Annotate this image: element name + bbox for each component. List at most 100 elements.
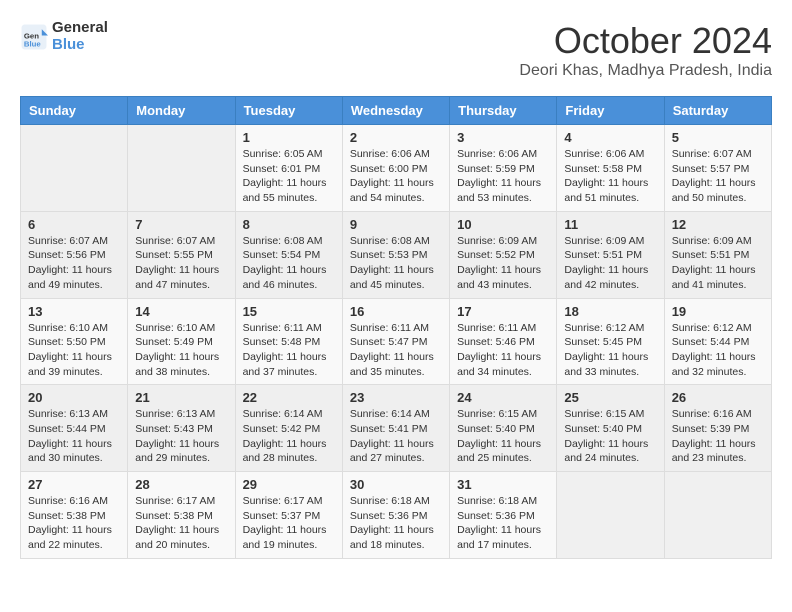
day-info: Sunrise: 6:11 AM Sunset: 5:46 PM Dayligh…: [457, 321, 549, 380]
day-number: 25: [564, 390, 656, 405]
calendar-cell: 11 Sunrise: 6:09 AM Sunset: 5:51 PM Dayli…: [557, 211, 664, 298]
day-info: Sunrise: 6:06 AM Sunset: 6:00 PM Dayligh…: [350, 147, 442, 206]
logo-line1: General: [52, 20, 108, 37]
day-number: 12: [672, 217, 764, 232]
calendar-cell: [557, 472, 664, 559]
day-number: 8: [243, 217, 335, 232]
day-info: Sunrise: 6:09 AM Sunset: 5:51 PM Dayligh…: [564, 234, 656, 293]
day-number: 14: [135, 304, 227, 319]
calendar-cell: 12 Sunrise: 6:09 AM Sunset: 5:51 PM Dayli…: [664, 211, 771, 298]
day-number: 1: [243, 130, 335, 145]
day-info: Sunrise: 6:16 AM Sunset: 5:39 PM Dayligh…: [672, 407, 764, 466]
day-info: Sunrise: 6:10 AM Sunset: 5:49 PM Dayligh…: [135, 321, 227, 380]
day-number: 26: [672, 390, 764, 405]
day-info: Sunrise: 6:11 AM Sunset: 5:47 PM Dayligh…: [350, 321, 442, 380]
calendar-cell: 30 Sunrise: 6:18 AM Sunset: 5:36 PM Dayli…: [342, 472, 449, 559]
day-number: 19: [672, 304, 764, 319]
calendar-cell: 18 Sunrise: 6:12 AM Sunset: 5:45 PM Dayli…: [557, 298, 664, 385]
day-number: 30: [350, 477, 442, 492]
calendar-cell: 28 Sunrise: 6:17 AM Sunset: 5:38 PM Dayli…: [128, 472, 235, 559]
calendar-week-row: 1 Sunrise: 6:05 AM Sunset: 6:01 PM Daylig…: [21, 125, 772, 212]
day-info: Sunrise: 6:12 AM Sunset: 5:44 PM Dayligh…: [672, 321, 764, 380]
day-info: Sunrise: 6:09 AM Sunset: 5:52 PM Dayligh…: [457, 234, 549, 293]
calendar-week-row: 20 Sunrise: 6:13 AM Sunset: 5:44 PM Dayli…: [21, 385, 772, 472]
day-number: 17: [457, 304, 549, 319]
month-title: October 2024: [519, 20, 772, 62]
day-number: 31: [457, 477, 549, 492]
day-number: 22: [243, 390, 335, 405]
day-info: Sunrise: 6:05 AM Sunset: 6:01 PM Dayligh…: [243, 147, 335, 206]
day-number: 11: [564, 217, 656, 232]
day-info: Sunrise: 6:15 AM Sunset: 5:40 PM Dayligh…: [457, 407, 549, 466]
calendar-cell: 9 Sunrise: 6:08 AM Sunset: 5:53 PM Daylig…: [342, 211, 449, 298]
day-number: 24: [457, 390, 549, 405]
day-number: 21: [135, 390, 227, 405]
location-title: Deori Khas, Madhya Pradesh, India: [519, 62, 772, 80]
calendar-cell: 23Sunrise: 6:14 AM Sunset: 5:41 PM Dayli…: [342, 385, 449, 472]
day-number: 18: [564, 304, 656, 319]
day-info: Sunrise: 6:10 AM Sunset: 5:50 PM Dayligh…: [28, 321, 120, 380]
calendar-week-row: 27Sunrise: 6:16 AM Sunset: 5:38 PM Dayli…: [21, 472, 772, 559]
day-number: 27: [28, 477, 120, 492]
weekday-header-cell: Sunday: [21, 97, 128, 125]
day-info: Sunrise: 6:17 AM Sunset: 5:38 PM Dayligh…: [135, 494, 227, 553]
day-number: 7: [135, 217, 227, 232]
day-info: Sunrise: 6:07 AM Sunset: 5:57 PM Dayligh…: [672, 147, 764, 206]
day-number: 20: [28, 390, 120, 405]
day-info: Sunrise: 6:07 AM Sunset: 5:56 PM Dayligh…: [28, 234, 120, 293]
day-info: Sunrise: 6:14 AM Sunset: 5:41 PM Dayligh…: [350, 407, 442, 466]
day-info: Sunrise: 6:08 AM Sunset: 5:54 PM Dayligh…: [243, 234, 335, 293]
calendar-cell: 1 Sunrise: 6:05 AM Sunset: 6:01 PM Daylig…: [235, 125, 342, 212]
weekday-header-cell: Friday: [557, 97, 664, 125]
day-info: Sunrise: 6:07 AM Sunset: 5:55 PM Dayligh…: [135, 234, 227, 293]
day-info: Sunrise: 6:13 AM Sunset: 5:44 PM Dayligh…: [28, 407, 120, 466]
day-number: 9: [350, 217, 442, 232]
title-block: October 2024 Deori Khas, Madhya Pradesh,…: [519, 20, 772, 80]
calendar-cell: 3Sunrise: 6:06 AM Sunset: 5:59 PM Daylig…: [450, 125, 557, 212]
calendar-cell: 21 Sunrise: 6:13 AM Sunset: 5:43 PM Dayli…: [128, 385, 235, 472]
day-number: 28: [135, 477, 227, 492]
day-number: 15: [243, 304, 335, 319]
day-info: Sunrise: 6:15 AM Sunset: 5:40 PM Dayligh…: [564, 407, 656, 466]
calendar-cell: 8 Sunrise: 6:08 AM Sunset: 5:54 PM Daylig…: [235, 211, 342, 298]
calendar-cell: 2 Sunrise: 6:06 AM Sunset: 6:00 PM Daylig…: [342, 125, 449, 212]
weekday-header-cell: Monday: [128, 97, 235, 125]
day-info: Sunrise: 6:12 AM Sunset: 5:45 PM Dayligh…: [564, 321, 656, 380]
calendar-cell: 5 Sunrise: 6:07 AM Sunset: 5:57 PM Daylig…: [664, 125, 771, 212]
day-number: 2: [350, 130, 442, 145]
calendar-cell: 24 Sunrise: 6:15 AM Sunset: 5:40 PM Dayli…: [450, 385, 557, 472]
calendar-cell: 4Sunrise: 6:06 AM Sunset: 5:58 PM Daylig…: [557, 125, 664, 212]
day-info: Sunrise: 6:08 AM Sunset: 5:53 PM Dayligh…: [350, 234, 442, 293]
day-info: Sunrise: 6:18 AM Sunset: 5:36 PM Dayligh…: [350, 494, 442, 553]
weekday-header-cell: Wednesday: [342, 97, 449, 125]
calendar-cell: 7 Sunrise: 6:07 AM Sunset: 5:55 PM Daylig…: [128, 211, 235, 298]
day-number: 10: [457, 217, 549, 232]
day-number: 3: [457, 130, 549, 145]
weekday-header-cell: Saturday: [664, 97, 771, 125]
weekday-header-row: SundayMondayTuesdayWednesdayThursdayFrid…: [21, 97, 772, 125]
weekday-header-cell: Tuesday: [235, 97, 342, 125]
calendar-cell: 31Sunrise: 6:18 AM Sunset: 5:36 PM Dayli…: [450, 472, 557, 559]
calendar-cell: 17 Sunrise: 6:11 AM Sunset: 5:46 PM Dayli…: [450, 298, 557, 385]
logo-line2: Blue: [52, 37, 108, 54]
svg-text:Blue: Blue: [24, 39, 42, 48]
calendar-cell: 19 Sunrise: 6:12 AM Sunset: 5:44 PM Dayli…: [664, 298, 771, 385]
day-info: Sunrise: 6:11 AM Sunset: 5:48 PM Dayligh…: [243, 321, 335, 380]
day-number: 16: [350, 304, 442, 319]
calendar-cell: 13 Sunrise: 6:10 AM Sunset: 5:50 PM Dayli…: [21, 298, 128, 385]
day-info: Sunrise: 6:09 AM Sunset: 5:51 PM Dayligh…: [672, 234, 764, 293]
calendar-cell: 22 Sunrise: 6:14 AM Sunset: 5:42 PM Dayli…: [235, 385, 342, 472]
calendar-cell: 27Sunrise: 6:16 AM Sunset: 5:38 PM Dayli…: [21, 472, 128, 559]
day-info: Sunrise: 6:17 AM Sunset: 5:37 PM Dayligh…: [243, 494, 335, 553]
logo: Gen Blue General Blue: [20, 20, 108, 53]
day-number: 29: [243, 477, 335, 492]
day-number: 13: [28, 304, 120, 319]
day-info: Sunrise: 6:13 AM Sunset: 5:43 PM Dayligh…: [135, 407, 227, 466]
day-info: Sunrise: 6:14 AM Sunset: 5:42 PM Dayligh…: [243, 407, 335, 466]
calendar-cell: 6Sunrise: 6:07 AM Sunset: 5:56 PM Daylig…: [21, 211, 128, 298]
calendar-week-row: 13 Sunrise: 6:10 AM Sunset: 5:50 PM Dayli…: [21, 298, 772, 385]
page-header: Gen Blue General Blue October 2024 Deori…: [20, 20, 772, 80]
calendar-cell: [128, 125, 235, 212]
day-number: 5: [672, 130, 764, 145]
calendar-cell: 26 Sunrise: 6:16 AM Sunset: 5:39 PM Dayli…: [664, 385, 771, 472]
